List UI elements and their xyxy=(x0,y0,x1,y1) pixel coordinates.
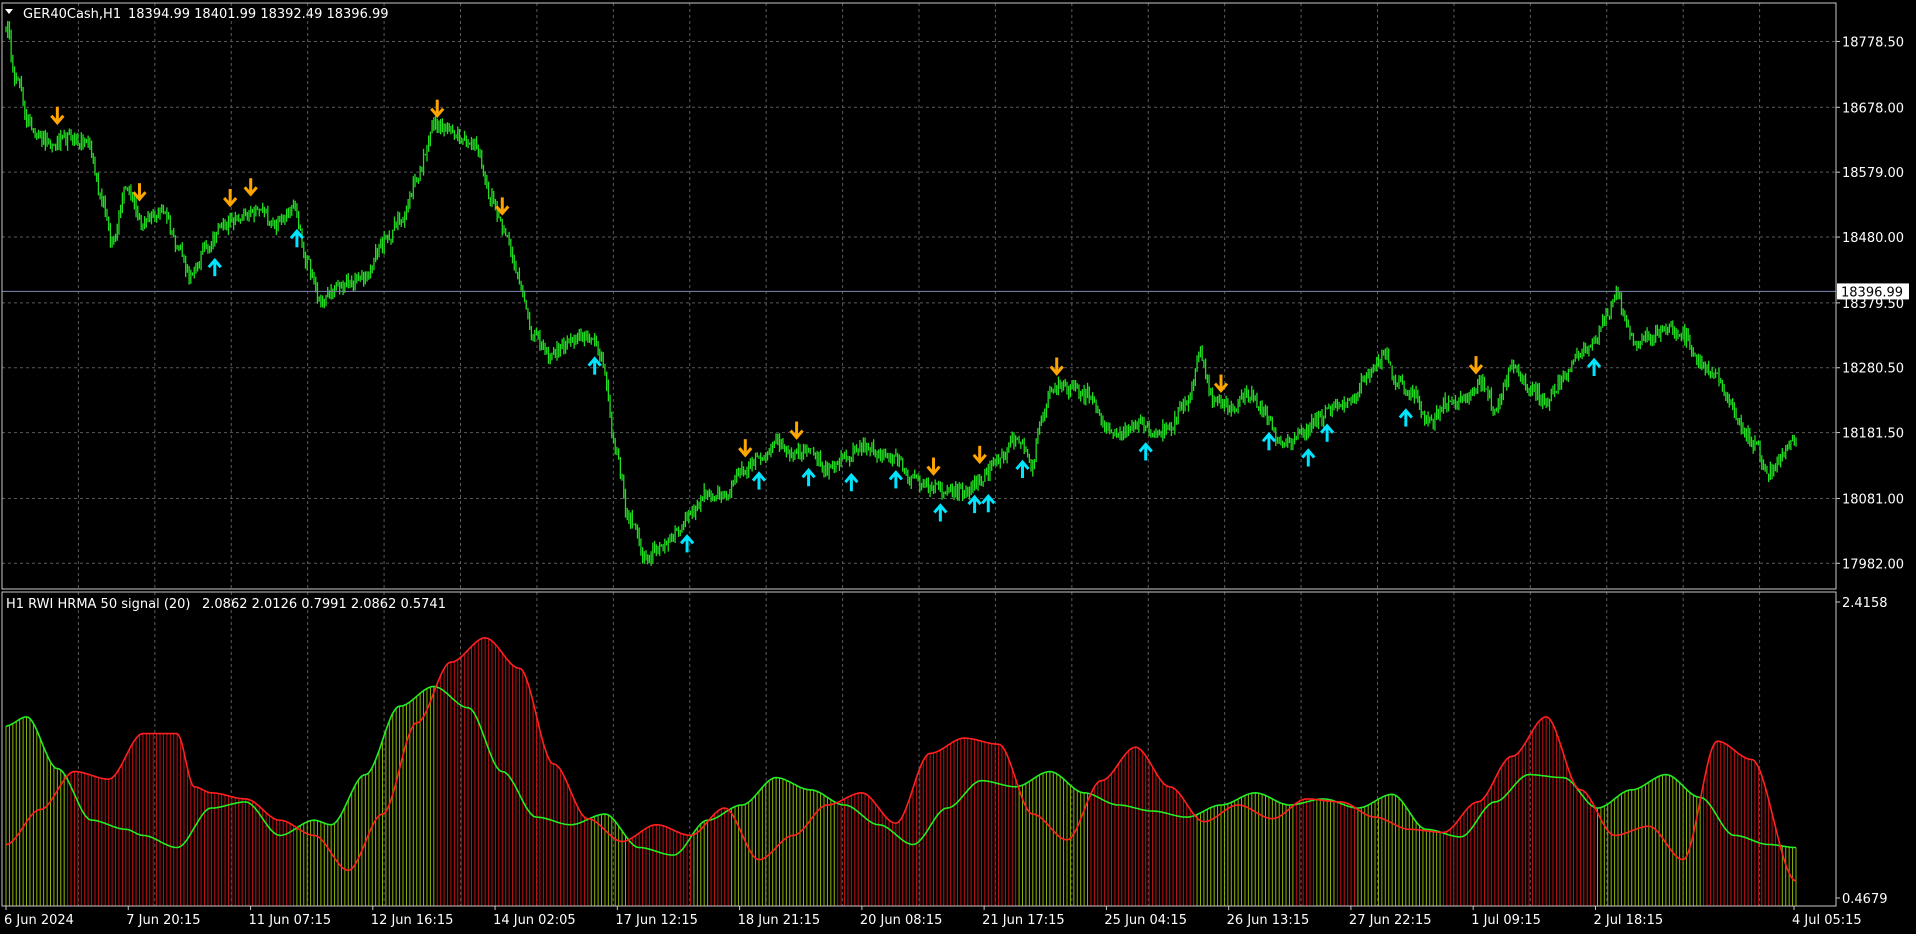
time-tick-label: 17 Jun 12:15 xyxy=(615,913,698,928)
price-tick-label: 18579.00 xyxy=(1842,166,1904,181)
sell-arrow-icon xyxy=(738,439,753,458)
buy-arrow-icon xyxy=(587,356,602,375)
time-tick-label: 7 Jun 20:15 xyxy=(126,913,200,928)
trading-chart[interactable]: 18778.5018678.0018579.0018480.0018379.50… xyxy=(0,0,1916,934)
sell-arrow-icon xyxy=(789,421,804,440)
buy-arrow-icon xyxy=(1398,408,1413,427)
time-tick-label: 18 Jun 21:15 xyxy=(738,913,821,928)
buy-arrow-icon xyxy=(1015,459,1030,479)
time-tick-label: 1 Jul 09:15 xyxy=(1471,913,1541,928)
buy-arrow-icon xyxy=(289,228,305,248)
time-tick-label: 12 Jun 16:15 xyxy=(371,913,454,928)
buy-arrow-icon xyxy=(1301,448,1316,467)
indicator-tick-label: 2.4158 xyxy=(1842,596,1888,611)
sell-arrow-icon xyxy=(1049,357,1064,376)
sell-arrow-icon xyxy=(132,183,147,202)
sell-arrow-icon xyxy=(1468,356,1484,375)
sell-arrow-icon xyxy=(1213,374,1229,393)
time-tick-label: 21 Jun 17:15 xyxy=(982,913,1065,928)
indicator-grid xyxy=(77,592,1761,906)
time-tick-label: 2 Jul 18:15 xyxy=(1593,913,1663,928)
price-tick-label: 18778.50 xyxy=(1842,35,1904,50)
indicator-tick-label: 0.4679 xyxy=(1842,892,1888,907)
price-tick-label: 17982.00 xyxy=(1842,557,1904,572)
sell-arrow-icon xyxy=(926,457,941,476)
sell-arrow-icon xyxy=(243,178,258,197)
signal-line xyxy=(5,636,1797,882)
time-tick-label: 11 Jun 07:15 xyxy=(249,913,332,928)
price-grid xyxy=(2,3,1836,589)
buy-arrow-icon xyxy=(888,470,904,489)
current-price-label: 18396.99 xyxy=(1841,285,1903,300)
time-tick-label: 6 Jun 2024 xyxy=(4,913,74,928)
time-tick-label: 27 Jun 22:15 xyxy=(1349,913,1432,928)
time-tick-label: 26 Jun 13:15 xyxy=(1227,913,1310,928)
buy-arrow-icon xyxy=(844,472,859,492)
buy-arrow-icon xyxy=(967,494,982,514)
time-tick-label: 25 Jun 04:15 xyxy=(1104,913,1187,928)
indicator-values: 2.0862 2.0126 0.7991 2.0862 0.5741 xyxy=(202,597,446,612)
symbol-label: GER40Cash,H1 xyxy=(23,7,121,22)
indicator-axis[interactable]: 2.4158 0.4679 xyxy=(1836,596,1888,907)
indicator-lines xyxy=(5,636,1797,882)
time-axis[interactable]: 6 Jun 2024 7 Jun 20:15 11 Jun 07:15 12 Jun … xyxy=(4,906,1862,928)
time-tick-label: 14 Jun 02:05 xyxy=(493,913,576,928)
buy-arrow-icon xyxy=(801,467,816,487)
buy-arrow-icon xyxy=(1261,432,1277,451)
indicator-histogram xyxy=(5,637,1797,906)
main-line xyxy=(5,685,1796,856)
buy-arrow-icon xyxy=(1319,423,1335,442)
signal-arrows xyxy=(50,99,1602,553)
buy-arrow-icon xyxy=(751,471,767,490)
sell-arrow-icon xyxy=(495,197,510,216)
buy-arrow-icon xyxy=(933,503,948,522)
time-tick-label: 20 Jun 08:15 xyxy=(860,913,943,928)
price-tick-label: 18280.50 xyxy=(1842,362,1904,377)
dropdown-triangle-icon[interactable] xyxy=(5,9,13,14)
price-tick-label: 18678.00 xyxy=(1842,101,1904,116)
buy-arrow-icon xyxy=(1138,442,1153,461)
sell-arrow-icon xyxy=(223,188,238,208)
indicator-panel-header: H1 RWI HRMA 50 signal (20) 2.0862 2.0126… xyxy=(6,597,446,612)
buy-arrow-icon xyxy=(207,257,222,277)
price-axis[interactable]: 18778.5018678.0018579.0018480.0018379.50… xyxy=(1836,35,1909,572)
ohlc-values: 18394.99 18401.99 18392.49 18396.99 xyxy=(128,7,389,22)
sell-arrow-icon xyxy=(972,445,987,465)
price-panel-header: GER40Cash,H1 18394.99 18401.99 18392.49 … xyxy=(5,7,389,22)
price-tick-label: 18181.50 xyxy=(1842,427,1904,442)
price-tick-label: 18480.00 xyxy=(1842,231,1904,246)
price-tick-label: 18081.00 xyxy=(1842,492,1904,507)
sell-arrow-icon xyxy=(50,106,65,126)
indicator-label: H1 RWI HRMA 50 signal (20) xyxy=(6,597,191,612)
buy-arrow-icon xyxy=(679,534,695,553)
time-tick-label: 4 Jul 05:15 xyxy=(1792,913,1862,928)
